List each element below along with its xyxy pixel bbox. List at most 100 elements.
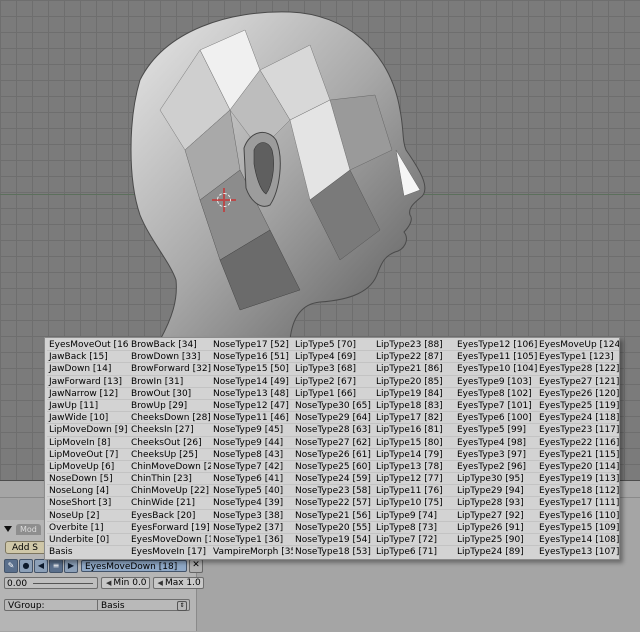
menu-item[interactable]: EyesType25 [119] [537, 400, 619, 413]
menu-item[interactable]: CheeksUp [25] [129, 449, 211, 461]
menu-item[interactable]: NoseType3 [38] [211, 510, 293, 522]
menu-item[interactable]: EyesBack [20] [129, 510, 211, 522]
menu-item[interactable]: NoseType6 [41] [211, 473, 293, 486]
menu-item[interactable]: EyesType12 [106] [455, 339, 537, 352]
menu-item[interactable]: EyesType24 [118] [537, 412, 619, 425]
menu-item[interactable]: VampireMorph [35] [211, 546, 293, 558]
menu-item[interactable]: Underbite [0] [47, 534, 129, 547]
menu-item[interactable]: EyesType4 [98] [455, 437, 537, 449]
dropdown-icon[interactable]: ⇕ [177, 601, 187, 611]
menu-item[interactable]: EyesType22 [116] [537, 437, 619, 449]
menu-item[interactable]: LipType14 [79] [374, 449, 455, 461]
pin-icon[interactable]: ✎ [4, 559, 18, 573]
menu-item[interactable]: LipType23 [88] [374, 339, 455, 352]
menu-item[interactable]: LipType9 [74] [374, 510, 455, 522]
menu-item[interactable]: EyesType16 [110] [537, 510, 619, 522]
menu-item[interactable]: EyesMoveOut [16] [47, 339, 129, 352]
menu-item[interactable]: NoseType30 [65] [293, 400, 374, 413]
menu-item[interactable]: EyesType19 [113] [537, 473, 619, 486]
shape-name-field[interactable]: EyesMoveDown [18] [81, 560, 187, 572]
menu-item[interactable]: CheeksOut [26] [129, 437, 211, 449]
menu-item[interactable]: LipType21 [86] [374, 363, 455, 376]
menu-item[interactable]: JawNarrow [12] [47, 388, 129, 400]
menu-item[interactable]: EyesType2 [96] [455, 461, 537, 474]
menu-item[interactable]: LipType30 [95] [455, 473, 537, 486]
min-field[interactable]: ◀ Min 0.0 [101, 577, 150, 589]
menu-item[interactable]: LipType24 [89] [455, 546, 537, 558]
menu-item[interactable]: NoseType21 [56] [293, 510, 374, 522]
menu-item[interactable]: JawUp [11] [47, 400, 129, 413]
panel-tab[interactable]: Mod [16, 523, 41, 535]
menu-item[interactable]: NoseType1 [36] [211, 534, 293, 547]
menu-item[interactable]: EyesForward [19] [129, 522, 211, 534]
menu-item[interactable]: LipType12 [77] [374, 473, 455, 486]
menu-item[interactable]: CheeksIn [27] [129, 424, 211, 437]
menu-item[interactable]: Overbite [1] [47, 522, 129, 534]
menu-item[interactable]: EyesType20 [114] [537, 461, 619, 474]
menu-item[interactable]: NoseType26 [61] [293, 449, 374, 461]
menu-item[interactable]: LipType7 [72] [374, 534, 455, 547]
menu-item[interactable]: LipMoveUp [6] [47, 461, 129, 474]
menu-item[interactable]: JawForward [13] [47, 376, 129, 388]
menu-item[interactable]: NoseDown [5] [47, 473, 129, 486]
menu-item[interactable]: LipType5 [70] [293, 339, 374, 352]
menu-item[interactable]: EyesType1 [123] [537, 351, 619, 364]
menu-item[interactable]: EyesType15 [109] [537, 522, 619, 534]
menu-item[interactable]: NoseType19 [54] [293, 534, 374, 547]
menu-item[interactable]: EyesType21 [115] [537, 449, 619, 461]
menu-item[interactable]: NoseType18 [53] [293, 546, 374, 558]
menu-item[interactable]: LipType19 [84] [374, 388, 455, 400]
menu-item[interactable]: LipMoveIn [8] [47, 437, 129, 449]
menu-item[interactable]: NoseType11 [46] [211, 412, 293, 425]
delete-shape-icon[interactable]: ✕ [189, 559, 203, 573]
menu-item[interactable]: EyesType11 [105] [455, 351, 537, 364]
menu-item[interactable]: NoseType23 [58] [293, 485, 374, 498]
menu-item[interactable]: EyesType10 [104] [455, 363, 537, 376]
collapse-triangle-icon[interactable] [4, 526, 12, 532]
menu-item[interactable]: EyesType26 [120] [537, 388, 619, 400]
menu-item[interactable]: LipType26 [91] [455, 522, 537, 534]
menu-item[interactable]: EyesType17 [111] [537, 497, 619, 510]
menu-item[interactable]: EyesType13 [107] [537, 546, 619, 558]
menu-item[interactable]: NoseType24 [59] [293, 473, 374, 486]
max-left-arrow-icon[interactable]: ◀ [158, 577, 163, 589]
dot-icon[interactable]: ● [19, 559, 33, 573]
menu-item[interactable]: LipMoveDown [9] [47, 424, 129, 437]
menu-item[interactable]: NoseType9 [44] [211, 437, 293, 449]
menu-item[interactable]: LipType3 [68] [293, 363, 374, 376]
menu-item[interactable]: NoseType20 [55] [293, 522, 374, 534]
menu-item[interactable]: NoseType8 [43] [211, 449, 293, 461]
vgroup-field[interactable]: VGroup: [4, 599, 98, 611]
menu-item[interactable]: ChinThin [23] [129, 473, 211, 486]
menu-item[interactable]: ChinWide [21] [129, 497, 211, 510]
menu-item[interactable]: NoseShort [3] [47, 497, 129, 510]
menu-item[interactable]: LipType13 [78] [374, 461, 455, 474]
menu-item[interactable]: JawDown [14] [47, 363, 129, 376]
menu-item[interactable]: LipType8 [73] [374, 522, 455, 534]
menu-item[interactable]: Basis [47, 546, 129, 558]
menu-item[interactable]: EyesMoveDown [18] [129, 534, 211, 547]
menu-item[interactable]: EyesType7 [101] [455, 400, 537, 413]
menu-item[interactable]: NoseType14 [49] [211, 376, 293, 388]
menu-item[interactable]: LipType17 [82] [374, 412, 455, 425]
menu-item[interactable]: NoseType25 [60] [293, 461, 374, 474]
menu-item[interactable]: EyesType27 [121] [537, 376, 619, 388]
menu-item[interactable]: EyesType23 [117] [537, 424, 619, 437]
menu-item[interactable]: BrowUp [29] [129, 400, 211, 413]
menu-item[interactable]: LipType11 [76] [374, 485, 455, 498]
menu-item[interactable]: LipType20 [85] [374, 376, 455, 388]
menu-item[interactable]: NoseUp [2] [47, 510, 129, 522]
menu-item[interactable]: NoseType17 [52] [211, 339, 293, 352]
menu-item[interactable]: CheeksDown [28] [129, 412, 211, 425]
menu-item[interactable]: ChinMoveUp [22] [129, 485, 211, 498]
menu-item[interactable]: LipType18 [83] [374, 400, 455, 413]
menu-item[interactable]: BrowIn [31] [129, 376, 211, 388]
next-shape-arrow-icon[interactable]: ▶ [64, 559, 78, 573]
menu-item[interactable]: LipType27 [92] [455, 510, 537, 522]
menu-item[interactable]: EyesType3 [97] [455, 449, 537, 461]
menu-item[interactable]: EyesType6 [100] [455, 412, 537, 425]
menu-item[interactable]: LipType4 [69] [293, 351, 374, 364]
menu-item[interactable]: LipType1 [66] [293, 388, 374, 400]
menu-item[interactable]: LipType10 [75] [374, 497, 455, 510]
menu-item[interactable]: NoseType15 [50] [211, 363, 293, 376]
